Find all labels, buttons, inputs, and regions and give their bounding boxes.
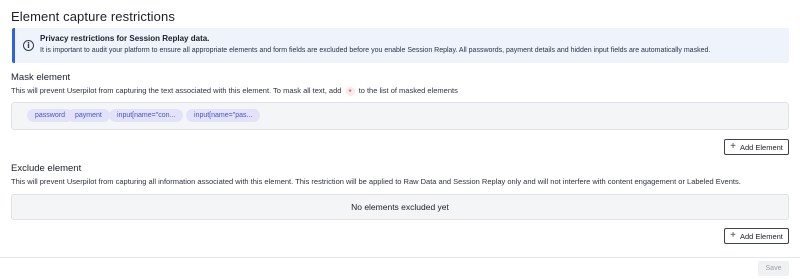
section-title: Element capture restrictions — [11, 9, 175, 24]
mask-element-title: Mask element — [11, 72, 71, 83]
chip-payment[interactable]: payment — [67, 109, 110, 122]
asterisk-badge: * — [345, 86, 355, 97]
exclude-element-description: This will prevent Userpilot from capturi… — [11, 177, 741, 186]
exclude-element-title: Exclude element — [11, 163, 82, 174]
info-text: It is important to audit your platform t… — [40, 47, 711, 54]
exclude-add-element-button[interactable]: + Add Element — [724, 228, 789, 244]
chip-input-pas[interactable]: input[name="pas... — [186, 109, 261, 122]
privacy-info-banner: i Privacy restrictions for Session Repla… — [12, 28, 789, 63]
mask-element-description: This will prevent Userpilot from capturi… — [11, 86, 458, 97]
save-button[interactable]: Save — [758, 261, 789, 276]
info-title: Privacy restrictions for Session Replay … — [40, 34, 210, 43]
exclude-add-label: Add Element — [739, 231, 783, 241]
plus-icon: + — [730, 230, 736, 241]
masked-elements-list[interactable]: password payment input[name="con... inpu… — [11, 102, 789, 130]
mask-desc-before: This will prevent Userpilot from capturi… — [11, 86, 342, 95]
mask-add-element-button[interactable]: + Add Element — [724, 139, 789, 155]
excluded-elements-list: No elements excluded yet — [11, 194, 789, 220]
mask-desc-after: to the list of masked elements — [358, 86, 458, 95]
plus-icon: + — [730, 141, 736, 152]
footer-divider — [0, 257, 800, 258]
mask-add-label: Add Element — [739, 142, 783, 152]
empty-state-text: No elements excluded yet — [351, 202, 449, 212]
chip-input-con[interactable]: input[name="con... — [109, 109, 184, 122]
info-icon: i — [23, 40, 34, 51]
